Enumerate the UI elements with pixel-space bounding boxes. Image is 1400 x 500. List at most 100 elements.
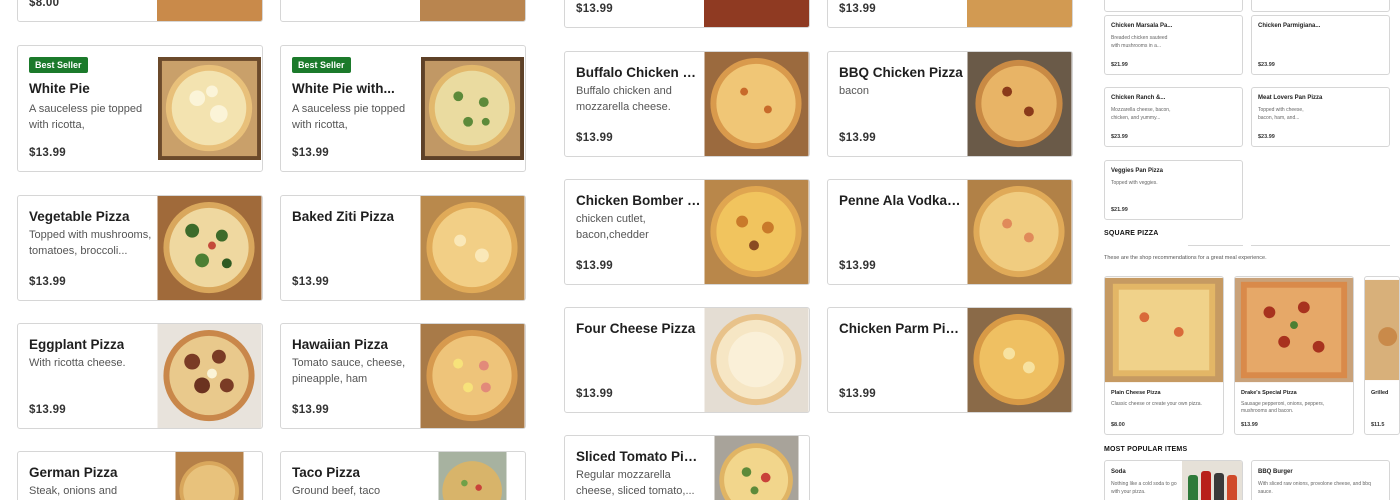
chicken-bomber-pizza-image <box>704 180 809 284</box>
pizza-image <box>704 0 809 27</box>
item-title: Four Cheese Pizza <box>576 321 696 336</box>
item-title: BBQ Chicken Pizza <box>839 65 963 80</box>
item-description: bacon <box>839 85 869 97</box>
item-description: Topped with cheese, bacon, ham, and... <box>1258 107 1304 121</box>
item-price: $13.99 <box>576 132 613 144</box>
four-cheese-pizza-image <box>704 308 809 412</box>
item-title: Vegetable Pizza <box>29 209 130 224</box>
item-description: A sauceless pie topped with ricotta, moz… <box>29 103 143 131</box>
item-title: German Pizza <box>29 465 118 480</box>
menu-item-card[interactable]: Chicken Parm Pizza $13.99 <box>827 307 1073 413</box>
item-title: Meat Lovers Pan Pizza <box>1258 95 1323 101</box>
item-price: $11.5 <box>1371 422 1385 428</box>
item-title: Baked Ziti Pizza <box>292 209 395 224</box>
menu-item-card[interactable]: Four Cheese Pizza $13.99 <box>564 307 810 413</box>
section-heading: SQUARE PIZZA <box>1104 230 1159 237</box>
section-heading: MOST POPULAR ITEMS <box>1104 446 1188 453</box>
menu-item-card[interactable] <box>280 0 526 22</box>
menu-item-card[interactable]: $13.99 <box>564 0 810 28</box>
item-price: $13.99 <box>292 147 329 159</box>
menu-item-card[interactable]: Chicken Parmigiana... $23.99 <box>1251 15 1390 75</box>
item-title: Chicken Parm Pizza <box>839 321 964 336</box>
item-description: Sausage pepperoni, onions, peppers, mush… <box>1241 401 1325 414</box>
menu-item-card[interactable]: Best Seller White Pie with... A sauceles… <box>280 45 526 172</box>
vegetable-pizza-image <box>157 196 262 300</box>
item-description: chicken cutlet, bacon,chedder cheese... <box>576 213 649 241</box>
white-pie-broccoli-image <box>420 57 525 160</box>
item-title: Chicken Marsala Pa... <box>1111 23 1173 29</box>
best-seller-badge: Best Seller <box>292 57 351 73</box>
item-title: Sliced Tomato Pizza <box>576 449 701 464</box>
item-title: Penne Ala Vodka Pizza <box>839 193 964 208</box>
sliced-tomato-pizza-image <box>704 436 809 500</box>
menu-item-card[interactable]: $13.99 <box>827 0 1073 28</box>
item-price: $21.99 <box>1111 62 1128 68</box>
german-pizza-image <box>157 452 262 500</box>
section-divider <box>1188 245 1243 246</box>
menu-item-card[interactable]: German Pizza Steak, onions and <box>17 451 263 500</box>
menu-item-card[interactable]: Baked Ziti Pizza $13.99 <box>280 195 526 301</box>
menu-item-card[interactable] <box>1104 0 1243 12</box>
menu-item-card[interactable]: Hawaiian Pizza Tomato sauce, cheese, pin… <box>280 323 526 429</box>
menu-item-card[interactable]: Best Seller White Pie A sauceless pie to… <box>17 45 263 172</box>
item-description: Classic cheese or create your own pizza. <box>1111 401 1202 407</box>
item-description: Ground beef, taco <box>292 485 381 497</box>
item-title: Veggies Pan Pizza <box>1111 168 1164 174</box>
menu-item-card[interactable]: Chicken Ranch &... Mozzarella cheese, ba… <box>1104 87 1243 147</box>
section-divider <box>1251 245 1390 246</box>
item-description: Tomato sauce, cheese, pineapple, ham <box>292 357 406 385</box>
item-title: Drake's Special Pizza <box>1241 390 1297 396</box>
menu-item-card[interactable]: Sliced Tomato Pizza Regular mozzarella c… <box>564 435 810 500</box>
item-title: Chicken Ranch &... <box>1111 95 1166 101</box>
item-description: Topped with veggies. <box>1111 180 1158 186</box>
menu-item-card[interactable]: Taco Pizza Ground beef, taco <box>280 451 526 500</box>
popular-item-card[interactable]: BBQ Burger With sliced raw onions, provo… <box>1251 460 1390 500</box>
grilled-item-image <box>1365 277 1399 383</box>
item-price: $13.99 <box>839 260 876 272</box>
item-price: $13.99 <box>839 388 876 400</box>
item-description: Regular mozzarella cheese, sliced tomato… <box>576 469 695 497</box>
item-title: Chicken Bomber Pizza <box>576 193 701 208</box>
taco-pizza-image <box>420 452 525 500</box>
menu-item-card[interactable]: Vegetable Pizza Topped with mushrooms, t… <box>17 195 263 301</box>
pizza-image <box>157 0 262 21</box>
penne-vodka-pizza-image <box>967 180 1072 284</box>
hawaiian-pizza-image <box>420 324 525 428</box>
item-title: Taco Pizza <box>292 465 361 480</box>
item-price: $23.99 <box>1111 134 1128 140</box>
item-description: With sliced raw onions, provolone cheese… <box>1258 481 1371 495</box>
item-price: $13.99 <box>29 276 66 288</box>
menu-item-card[interactable] <box>1251 0 1390 12</box>
menu-item-card[interactable]: Eggplant Pizza With ricotta cheese. $13.… <box>17 323 263 429</box>
menu-item-card[interactable]: Veggies Pan Pizza Topped with veggies. $… <box>1104 160 1243 220</box>
menu-item-card[interactable]: BBQ Chicken Pizza bacon $13.99 <box>827 51 1073 157</box>
item-title: Grilled <box>1371 390 1389 396</box>
featured-item-card[interactable]: Drake's Special Pizza Sausage pepperoni,… <box>1234 276 1354 435</box>
item-title: Buffalo Chicken Pizza <box>576 65 701 80</box>
item-title: Eggplant Pizza <box>29 337 125 352</box>
item-price: $8.00 <box>1111 422 1125 428</box>
menu-item-card[interactable]: Buffalo Chicken Pizza Buffalo chicken an… <box>564 51 810 157</box>
item-description: Steak, onions and <box>29 485 118 497</box>
plain-cheese-pizza-image <box>1105 277 1223 383</box>
menu-item-card[interactable]: Chicken Bomber Pizza chicken cutlet, bac… <box>564 179 810 285</box>
menu-item-card[interactable]: Penne Ala Vodka Pizza $13.99 <box>827 179 1073 285</box>
item-title: Chicken Parmigiana... <box>1258 23 1321 29</box>
pizza-image <box>420 0 525 21</box>
item-price: $13.99 <box>292 404 329 416</box>
section-subtitle: These are the shop recommendations for a… <box>1104 255 1267 261</box>
item-price: $13.99 <box>292 276 329 288</box>
featured-item-card[interactable]: Plain Cheese Pizza Classic cheese or cre… <box>1104 276 1224 435</box>
item-price: $13.99 <box>1241 422 1258 428</box>
popular-item-card[interactable]: Soda Nothing like a cold soda to go with… <box>1104 460 1243 500</box>
item-description: Topped with mushrooms, tomatoes, broccol… <box>29 229 152 257</box>
menu-item-card[interactable]: Meat Lovers Pan Pizza Topped with cheese… <box>1251 87 1390 147</box>
featured-item-card[interactable]: Grilled $11.5 <box>1364 276 1400 435</box>
best-seller-badge: Best Seller <box>29 57 88 73</box>
white-pizza-image <box>157 57 262 160</box>
menu-item-card[interactable]: Chicken Marsala Pa... Breaded chicken sa… <box>1104 15 1243 75</box>
item-price: $21.99 <box>1111 207 1128 213</box>
menu-item-card[interactable]: $8.00 <box>17 0 263 22</box>
item-title: Plain Cheese Pizza <box>1111 390 1161 396</box>
item-description: Breaded chicken sauteed with mushrooms i… <box>1111 35 1168 49</box>
